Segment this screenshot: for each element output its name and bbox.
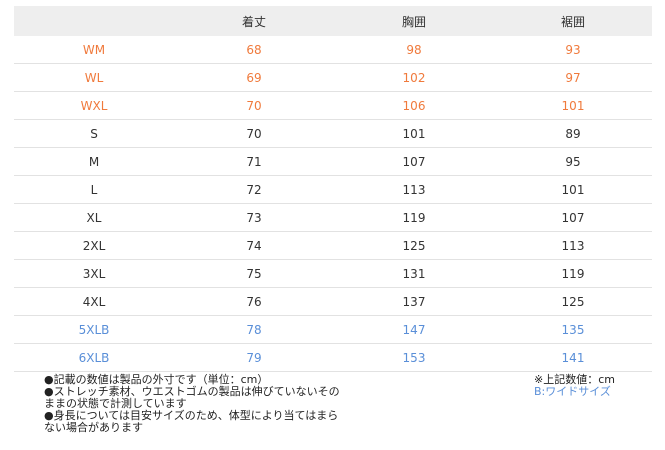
- cell-size: M: [88, 154, 100, 169]
- cell-hem: 97: [565, 70, 581, 85]
- table-row: 5XLB 78 147 135: [14, 316, 652, 344]
- cell-hem: 113: [561, 238, 585, 253]
- cell-hem: 141: [561, 350, 585, 365]
- notes-list: ●記載の数値は製品の外寸です（単位：cm） ●ストレッチ素材、ウエストゴムの製品は…: [44, 374, 344, 434]
- cell-chest: 107: [402, 154, 426, 169]
- cell-length: 72: [246, 182, 262, 197]
- cell-chest: 147: [402, 322, 426, 337]
- side-notes: ※上記数値：cm B:ワイドサイズ: [534, 374, 615, 398]
- cell-size: WXL: [80, 98, 108, 113]
- cell-hem: 135: [561, 322, 585, 337]
- cell-chest: 137: [402, 294, 426, 309]
- table-row: L 72 113 101: [14, 176, 652, 204]
- cell-hem: 125: [561, 294, 585, 309]
- header-size: [14, 6, 174, 36]
- cell-chest: 125: [402, 238, 426, 253]
- cell-hem: 119: [561, 266, 585, 281]
- table-row: 3XL 75 131 119: [14, 260, 652, 288]
- cell-chest: 119: [402, 210, 426, 225]
- cell-chest: 106: [402, 98, 426, 113]
- header-length: 着丈: [174, 6, 334, 36]
- cell-length: 78: [246, 322, 262, 337]
- cell-hem: 101: [561, 182, 585, 197]
- cell-size: 3XL: [82, 266, 106, 281]
- cell-size: XL: [86, 210, 102, 225]
- cell-length: 69: [246, 70, 262, 85]
- cell-hem: 101: [561, 98, 585, 113]
- cell-chest: 131: [402, 266, 426, 281]
- table-body: WM 68 98 93 WL 69 102 97 WXL 70 106 101 S 70 101 89 M 71 1…: [14, 36, 652, 372]
- cell-chest: 101: [402, 126, 426, 141]
- cell-length: 74: [246, 238, 262, 253]
- cell-size: 5XLB: [78, 322, 110, 337]
- table-row: 6XLB 79 153 141: [14, 344, 652, 372]
- cell-size: 6XLB: [78, 350, 110, 365]
- header-chest: 胸囲: [334, 6, 494, 36]
- cell-chest: 113: [402, 182, 426, 197]
- cell-length: 68: [246, 42, 262, 57]
- table-row: 2XL 74 125 113: [14, 232, 652, 260]
- cell-length: 71: [246, 154, 262, 169]
- table-row: 4XL 76 137 125: [14, 288, 652, 316]
- cell-hem: 89: [565, 126, 581, 141]
- cell-chest: 153: [402, 350, 426, 365]
- note-item: ●ストレッチ素材、ウエストゴムの製品は伸びていないそのままの状態で計測しています: [44, 385, 340, 410]
- size-chart-table: 着丈 胸囲 裾囲 WM 68 98 93 WL 69 102 97 WXL 70 106 101 S 70…: [14, 6, 652, 372]
- table-row: XL 73 119 107: [14, 204, 652, 232]
- cell-size: L: [90, 182, 98, 197]
- cell-size: 4XL: [82, 294, 106, 309]
- cell-length: 75: [246, 266, 262, 281]
- cell-length: 73: [246, 210, 262, 225]
- cell-hem: 107: [561, 210, 585, 225]
- table-header-row: 着丈 胸囲 裾囲: [14, 6, 652, 36]
- cell-chest: 98: [406, 42, 422, 57]
- table-row: M 71 107 95: [14, 148, 652, 176]
- cell-length: 70: [246, 98, 262, 113]
- note-item: ●身長については目安サイズのため、体型により当てはまらない場合があります: [44, 409, 339, 434]
- header-hem: 裾囲: [494, 6, 652, 36]
- cell-length: 70: [246, 126, 262, 141]
- table-row: WL 69 102 97: [14, 64, 652, 92]
- cell-length: 76: [246, 294, 262, 309]
- cell-size: S: [90, 126, 98, 141]
- cell-hem: 95: [565, 154, 581, 169]
- cell-hem: 93: [565, 42, 581, 57]
- table-row: WXL 70 106 101: [14, 92, 652, 120]
- cell-size: 2XL: [82, 238, 106, 253]
- cell-size: WM: [82, 42, 106, 57]
- cell-chest: 102: [402, 70, 426, 85]
- cell-size: WL: [84, 70, 104, 85]
- table-row: WM 68 98 93: [14, 36, 652, 64]
- table-row: S 70 101 89: [14, 120, 652, 148]
- cell-length: 79: [246, 350, 262, 365]
- wide-size-note: B:ワイドサイズ: [534, 385, 611, 398]
